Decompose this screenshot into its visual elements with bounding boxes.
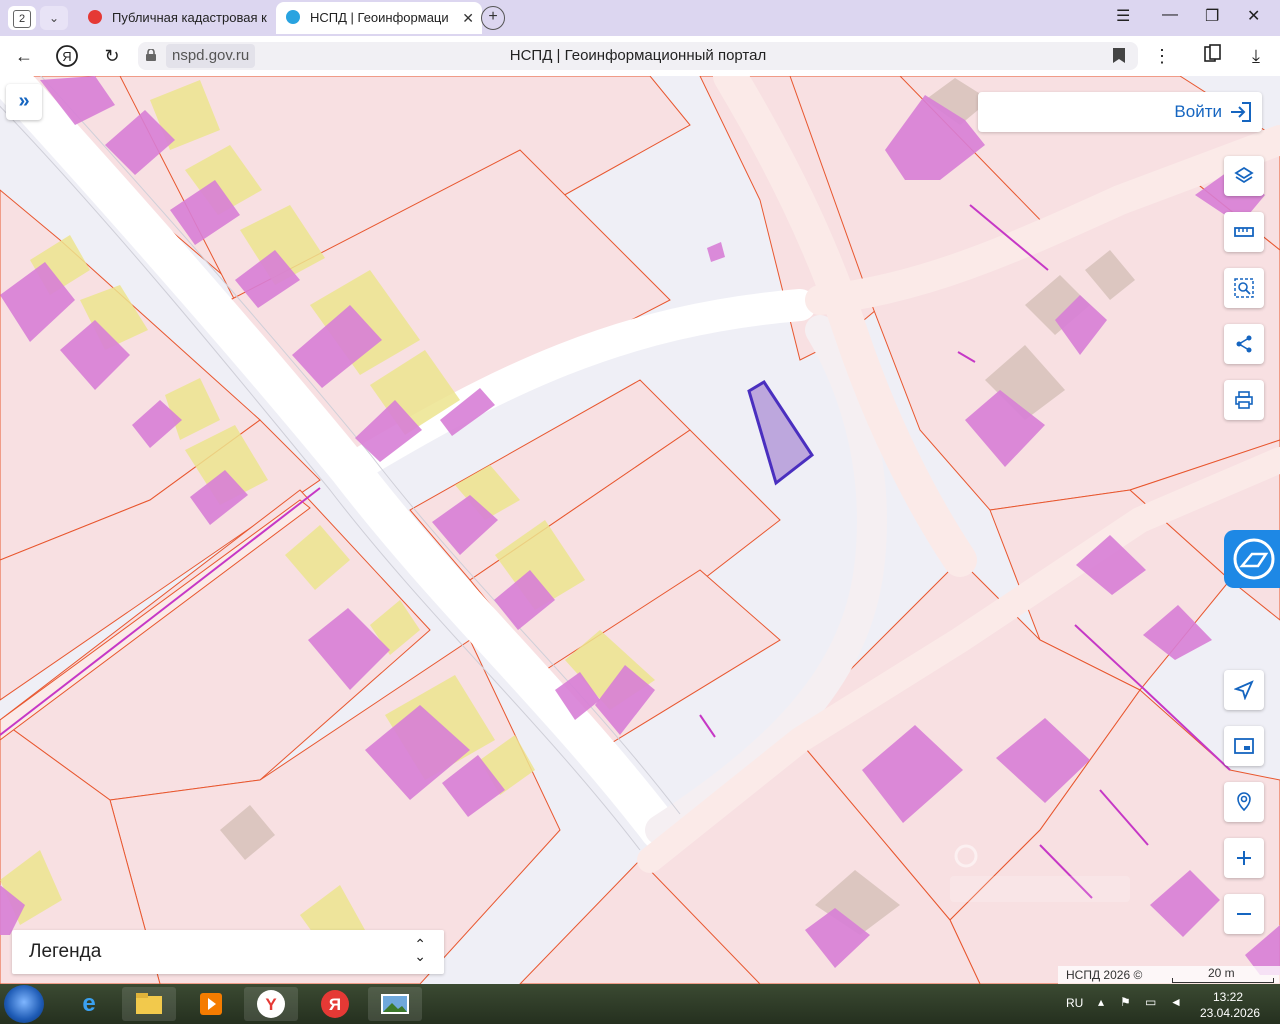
collections-icon[interactable]	[1200, 44, 1224, 68]
map-attribution: НСПД 2026 © 20 m	[1058, 966, 1280, 984]
nspd-icon	[286, 10, 300, 24]
network-icon[interactable]: ▭	[1145, 995, 1156, 1009]
yandex-icon	[88, 10, 102, 24]
close-window-icon[interactable]: ✕	[1247, 6, 1260, 26]
svg-text:Y: Y	[265, 995, 277, 1014]
url-field[interactable]: nspd.gov.ru НСПД | Геоинформационный пор…	[138, 42, 1138, 70]
windows-taskbar: e Y Я RU ▴ ⚑ ▭ ◄ 13:22 23.04.2026	[0, 984, 1280, 1024]
clock-time[interactable]: 13:22	[1213, 990, 1243, 1004]
zoom-in-button[interactable]	[1224, 838, 1264, 878]
tab-nspd[interactable]: НСПД | Геоинформаци ✕	[276, 2, 482, 34]
legend-panel[interactable]: Легенда ⌃ ⌄	[12, 930, 444, 974]
login-icon	[1231, 102, 1251, 122]
area-search-button[interactable]	[1224, 268, 1264, 308]
media-player-icon[interactable]	[184, 987, 238, 1021]
legend-label: Легенда	[29, 941, 102, 962]
back-icon[interactable]: ←	[12, 44, 36, 68]
login-label: Войти	[1174, 102, 1222, 121]
tab-count: 2	[13, 10, 31, 28]
locate-icon	[1234, 680, 1254, 700]
minimize-icon[interactable]: —	[1162, 6, 1178, 24]
language-indicator[interactable]: RU	[1066, 996, 1083, 1010]
internet-explorer-icon[interactable]: e	[62, 987, 116, 1021]
zoom-in-icon	[1237, 851, 1251, 865]
tray-expand-icon[interactable]: ▴	[1098, 995, 1104, 1009]
share-icon	[1236, 335, 1252, 353]
photo-viewer-icon[interactable]	[368, 987, 422, 1021]
print-button[interactable]	[1224, 380, 1264, 420]
menu-icon[interactable]: ☰	[1116, 6, 1130, 26]
reload-icon[interactable]: ↻	[100, 44, 124, 68]
close-tab-icon[interactable]: ✕	[462, 2, 474, 34]
tab-count-button[interactable]: 2	[8, 6, 36, 30]
selected-parcel[interactable]	[747, 379, 815, 486]
geo-search-icon	[1237, 792, 1251, 812]
zoom-out-icon	[1237, 913, 1251, 915]
minimap-button[interactable]	[1224, 726, 1264, 766]
share-button[interactable]	[1224, 324, 1264, 364]
bookmark-icon[interactable]	[1113, 48, 1125, 63]
svg-text:Я: Я	[329, 995, 341, 1014]
restore-icon[interactable]: ❐	[1205, 6, 1219, 26]
more-menu-icon[interactable]: ⋮	[1150, 44, 1174, 68]
page-title: НСПД | Геоинформационный портал	[509, 47, 767, 64]
yandex-browser-icon[interactable]: Я	[55, 44, 79, 68]
url-host: nspd.gov.ru	[166, 44, 256, 68]
file-explorer-icon[interactable]	[122, 987, 176, 1021]
browser-tab-bar: 2 ⌄ Публичная кадастровая к НСПД | Геоин…	[0, 0, 1280, 36]
action-center-icon[interactable]: ⚑	[1120, 995, 1131, 1009]
svg-text:Я: Я	[62, 49, 71, 64]
print-icon	[1235, 391, 1253, 409]
chat-assistant-button[interactable]	[1224, 530, 1280, 588]
tab-cadastral-map[interactable]: Публичная кадастровая к	[80, 2, 278, 34]
tab-list-dropdown[interactable]: ⌄	[40, 6, 68, 30]
layers-button[interactable]	[1224, 156, 1264, 196]
area-search-icon	[1234, 278, 1254, 298]
expand-collapse-icon: ⌃ ⌄	[414, 936, 426, 964]
clock-date[interactable]: 23.04.2026	[1200, 1006, 1260, 1020]
minimap-icon	[1234, 738, 1254, 754]
zoom-out-button[interactable]	[1224, 894, 1264, 934]
tab-label: НСПД | Геоинформаци	[310, 10, 449, 25]
locate-button[interactable]	[1224, 670, 1264, 710]
lock-icon	[146, 49, 156, 61]
geo-search-button[interactable]	[1224, 782, 1264, 822]
map-canvas[interactable]	[0, 76, 1280, 984]
scale-label: 20 m	[1208, 966, 1235, 980]
ruler-icon	[1234, 227, 1254, 237]
volume-muted-icon[interactable]: ◄	[1170, 995, 1182, 1009]
chat-icon	[1233, 538, 1275, 580]
address-bar: ← Я ↻ nspd.gov.ru НСПД | Геоинформационн…	[0, 36, 1280, 76]
measure-button[interactable]	[1224, 212, 1264, 252]
yandex-browser-taskbar-icon[interactable]: Y	[244, 987, 298, 1021]
start-button[interactable]	[4, 985, 44, 1023]
watermark-logo	[950, 844, 1130, 902]
layers-icon	[1234, 166, 1254, 184]
attribution-text: НСПД 2026 ©	[1066, 968, 1143, 982]
new-tab-button[interactable]: +	[481, 6, 505, 30]
download-icon[interactable]: ⤓	[1244, 44, 1268, 68]
tab-label: Публичная кадастровая к	[112, 10, 267, 25]
login-button[interactable]: Войти	[978, 92, 1262, 132]
yandex-icon[interactable]: Я	[308, 987, 362, 1021]
expand-panel-button[interactable]: »	[6, 84, 42, 120]
